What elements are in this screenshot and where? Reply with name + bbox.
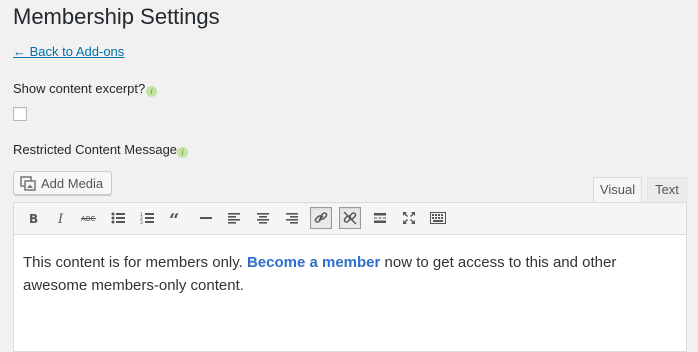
svg-text:“: “ (169, 212, 179, 224)
info-icon[interactable]: i (177, 147, 188, 158)
numbered-list-icon[interactable]: 1 2 3 (136, 207, 158, 229)
content-text-before: This content is for members only. (23, 254, 247, 271)
remove-link-icon[interactable] (339, 207, 361, 229)
fullscreen-icon[interactable] (398, 207, 420, 229)
horizontal-rule-icon[interactable] (195, 207, 217, 229)
svg-text:3: 3 (140, 220, 143, 224)
svg-text:B: B (29, 212, 38, 224)
bold-icon[interactable]: B (22, 207, 44, 229)
info-icon[interactable]: i (146, 86, 157, 97)
align-right-icon[interactable] (281, 207, 303, 229)
insert-link-icon[interactable] (310, 207, 332, 229)
restricted-content-label: Restricted Content Message (13, 142, 178, 157)
tab-text[interactable]: Text (647, 177, 687, 202)
align-left-icon[interactable] (223, 207, 245, 229)
editor-content[interactable]: This content is for members only. Become… (14, 235, 686, 313)
add-media-label: Add Media (41, 175, 104, 191)
tab-visual[interactable]: Visual (593, 177, 642, 203)
editor-toolbar: B I ABC 1 2 3 “ (14, 203, 686, 235)
show-excerpt-label: Show content excerpt? (13, 81, 146, 96)
back-to-addons-link[interactable]: ← Back to Add-ons (13, 44, 124, 60)
svg-text:I: I (57, 212, 64, 224)
toolbar-toggle-icon[interactable] (427, 207, 449, 229)
show-excerpt-checkbox[interactable] (13, 107, 27, 121)
italic-icon[interactable]: I (50, 207, 72, 229)
blockquote-icon[interactable]: “ (165, 207, 187, 229)
bullet-list-icon[interactable] (107, 207, 129, 229)
page-title: Membership Settings (13, 4, 220, 29)
editor: B I ABC 1 2 3 “ (13, 202, 687, 352)
add-media-button[interactable]: Add Media (13, 171, 113, 195)
read-more-icon[interactable] (369, 207, 391, 229)
media-icon (20, 175, 36, 191)
align-center-icon[interactable] (252, 207, 274, 229)
become-member-link[interactable]: Become a member (247, 254, 380, 271)
strikethrough-icon[interactable]: ABC (78, 207, 100, 229)
